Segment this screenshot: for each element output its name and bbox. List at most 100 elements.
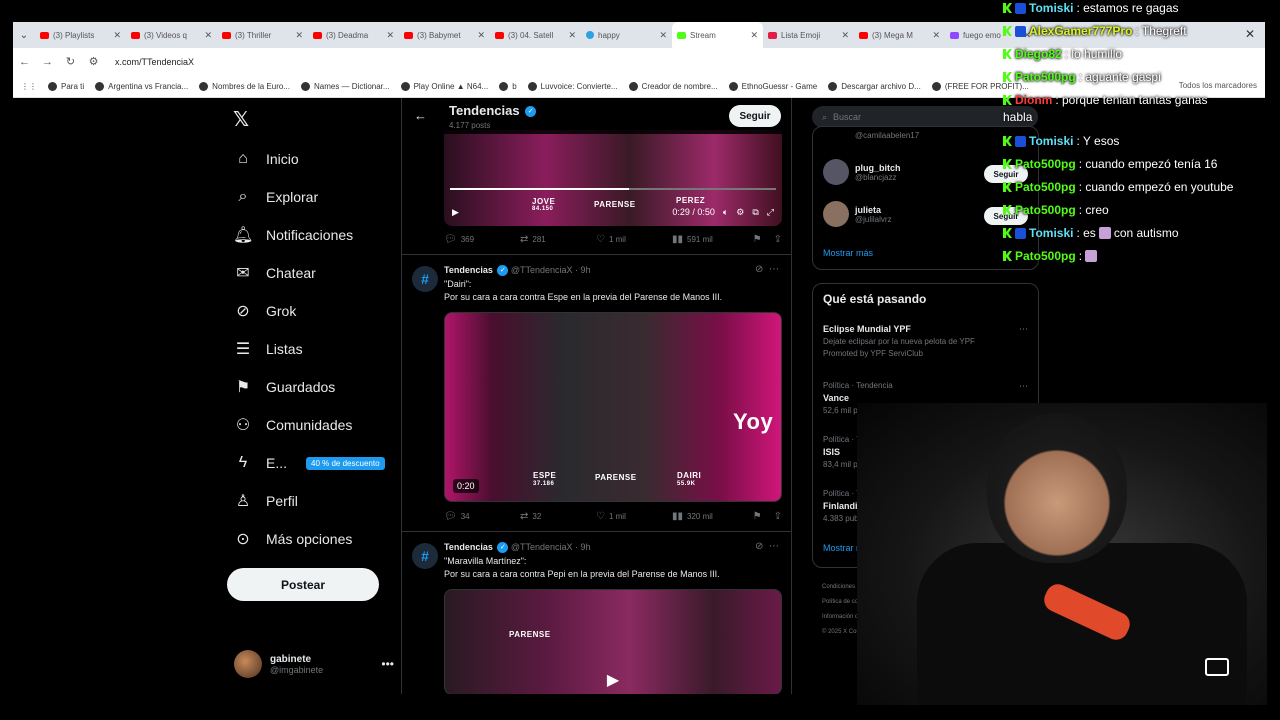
show-more-link[interactable]: Mostrar más xyxy=(823,248,873,258)
bookmark-label: EthnoGuessr - Game xyxy=(741,81,818,91)
fullscreen-icon[interactable]: ⤢ xyxy=(767,207,774,218)
kick-badge-icon xyxy=(1003,3,1012,13)
browser-tab[interactable]: Stream ✕ xyxy=(672,22,763,48)
nav-item-person[interactable]: ♙ Perfil xyxy=(233,482,385,520)
bookmark-icon[interactable]: ⚑ xyxy=(753,511,762,522)
window-close-icon[interactable]: ✕ xyxy=(1245,27,1255,41)
close-icon[interactable]: ✕ xyxy=(113,30,121,41)
list-item[interactable]: plug_bitch @blancjazz xyxy=(823,159,901,185)
tweet-video[interactable]: PARENSE ESPE 37.186 DAIRI 55.9K Yoy 0:20 xyxy=(444,312,782,502)
nav-item-more-circle[interactable]: ⊙ Más opciones xyxy=(233,520,385,558)
nav-item-search[interactable]: ⌕ Explorar xyxy=(233,178,385,216)
nav-item-bell[interactable]: 🔔︎ Notificaciones xyxy=(233,216,385,254)
tweet-author[interactable]: Tendencias xyxy=(444,542,493,552)
tab-label: (3) Playlists xyxy=(53,30,95,40)
play-icon[interactable]: ▶ xyxy=(607,670,619,690)
site-info-icon[interactable]: ⚙ xyxy=(82,55,105,68)
volume-icon[interactable]: 🔈︎ xyxy=(723,207,728,218)
bookmark-item[interactable]: Para ti xyxy=(48,81,84,91)
bookmark-item[interactable]: Descargar archivo D... xyxy=(828,81,921,91)
close-icon[interactable]: ✕ xyxy=(750,30,758,41)
close-icon[interactable]: ✕ xyxy=(932,30,940,41)
apps-icon[interactable]: ⋮⋮ xyxy=(21,82,37,91)
views-button[interactable]: ▮▮ 591 mil xyxy=(672,234,748,245)
bookmark-item[interactable]: Argentina vs Francia... xyxy=(95,81,188,91)
bookmark-item[interactable]: Nombres de la Euro... xyxy=(199,81,290,91)
like-button[interactable]: ♡ 1 mil xyxy=(596,234,672,245)
close-icon[interactable]: ✕ xyxy=(659,30,667,41)
retweet-button[interactable]: ⇄ 281 xyxy=(520,234,596,245)
close-icon[interactable]: ✕ xyxy=(386,30,394,41)
list-item[interactable]: @camilaabelen17 xyxy=(823,131,919,140)
browser-tab[interactable]: (3) Videos q ✕ xyxy=(126,22,217,48)
back-icon[interactable]: ← xyxy=(13,56,36,68)
list-item[interactable]: julieta @julilalvrz xyxy=(823,201,892,227)
tweet-video[interactable]: PARENSE ▶ xyxy=(444,589,782,694)
follow-button[interactable]: Seguir xyxy=(729,105,781,127)
pip-icon[interactable]: ⧉ xyxy=(752,207,758,218)
like-button[interactable]: ♡ 1 mil xyxy=(596,511,672,522)
close-icon[interactable]: ✕ xyxy=(204,30,212,41)
all-bookmarks[interactable]: Todos los marcadores xyxy=(1179,81,1257,90)
nav-item-bookmark[interactable]: ⚑ Guardados xyxy=(233,368,385,406)
video-progress-bar[interactable] xyxy=(450,188,776,190)
nav-item-mail[interactable]: ✉ Chatear xyxy=(233,254,385,292)
chat-message: Tomiski: estamos re gagas xyxy=(1003,1,1179,15)
browser-tab[interactable]: (3) Thriller ✕ xyxy=(217,22,308,48)
browser-tab[interactable]: (3) Deadma ✕ xyxy=(308,22,399,48)
close-icon[interactable]: ✕ xyxy=(841,30,849,41)
bookmark-item[interactable]: Names — Dictionar... xyxy=(300,81,390,91)
bookmark-item[interactable]: Play Online ▲ N64... xyxy=(400,81,488,91)
tweet-avatar[interactable]: # xyxy=(412,266,438,292)
reply-button[interactable]: 💬︎ 369 xyxy=(444,234,520,245)
close-icon[interactable]: ✕ xyxy=(295,30,303,41)
reload-icon[interactable]: ↻ xyxy=(59,55,82,68)
account-handle: @imgabinete xyxy=(270,664,324,675)
x-logo-icon[interactable]: 𝕏 xyxy=(233,107,249,132)
nav-item-people[interactable]: ⚇ Comunidades xyxy=(233,406,385,444)
more-icon[interactable]: ⋯ xyxy=(769,541,779,552)
views-button[interactable]: ▮▮ 320 mil xyxy=(672,511,748,522)
grok-icon[interactable]: ⊘ xyxy=(755,264,763,275)
close-icon[interactable]: ✕ xyxy=(568,30,576,41)
settings-icon[interactable]: ⚙ xyxy=(736,207,744,218)
tweet-menu[interactable]: ⊘ ⋯ xyxy=(755,541,779,552)
browser-tab[interactable]: (3) Playlists ✕ xyxy=(35,22,126,48)
close-icon[interactable]: ✕ xyxy=(477,30,485,41)
post-button[interactable]: Postear xyxy=(227,568,379,601)
play-icon[interactable]: ▶ xyxy=(452,207,459,218)
browser-tab[interactable]: Lista Emoji ✕ xyxy=(763,22,854,48)
reply-button[interactable]: 💬︎ 34 xyxy=(444,511,520,522)
tweet-avatar[interactable]: # xyxy=(412,543,438,569)
nav-item-grok[interactable]: ⊘ Grok xyxy=(233,292,385,330)
forward-icon[interactable]: → xyxy=(36,56,59,68)
bookmark-item[interactable]: Creador de nombre... xyxy=(628,81,718,91)
more-icon[interactable]: ••• xyxy=(381,657,394,671)
more-icon[interactable]: ⋯ xyxy=(1019,324,1028,335)
video-player[interactable]: JOVE 84.150 PARENSE PEREZ ▶ 0:29 / 0:50 … xyxy=(444,130,782,226)
bookmark-item[interactable]: b xyxy=(499,81,517,91)
tweet-menu[interactable]: ⊘ ⋯ xyxy=(755,264,779,275)
back-arrow-icon[interactable]: ← xyxy=(414,108,427,123)
more-icon[interactable]: ⋯ xyxy=(769,264,779,275)
bookmark-icon[interactable]: ⚑ xyxy=(753,234,762,245)
retweet-button[interactable]: ⇄ 32 xyxy=(520,511,596,522)
more-icon[interactable]: ⋯ xyxy=(1019,381,1028,392)
share-icon[interactable]: ⇪ xyxy=(774,234,782,245)
browser-tab[interactable]: happy ✕ xyxy=(581,22,672,48)
trend-item[interactable]: Eclipse Mundial YPF Dejate eclipsar por … xyxy=(823,324,1028,358)
account-switcher[interactable]: gabinete @imgabinete ••• xyxy=(234,650,394,678)
browser-tab[interactable]: (3) Mega M ✕ xyxy=(854,22,945,48)
tab-search-icon[interactable]: ⌄ xyxy=(13,30,35,41)
bookmark-item[interactable]: Luvvoice: Convierte... xyxy=(527,81,618,91)
grok-icon[interactable]: ⊘ xyxy=(755,541,763,552)
url-field[interactable]: x.com/TTendenciaX xyxy=(115,57,194,67)
share-icon[interactable]: ⇪ xyxy=(774,511,782,522)
bookmark-item[interactable]: EthnoGuessr - Game xyxy=(728,81,818,91)
nav-item-home[interactable]: ⌂ Inicio xyxy=(233,140,385,178)
nav-item-list[interactable]: ☰ Listas xyxy=(233,330,385,368)
browser-tab[interactable]: (3) Babymet ✕ xyxy=(399,22,490,48)
tweet-author[interactable]: Tendencias xyxy=(444,265,493,275)
nav-item-lightning[interactable]: ϟ E... 40 % de descuento xyxy=(233,444,385,482)
browser-tab[interactable]: (3) 04. Satell ✕ xyxy=(490,22,581,48)
